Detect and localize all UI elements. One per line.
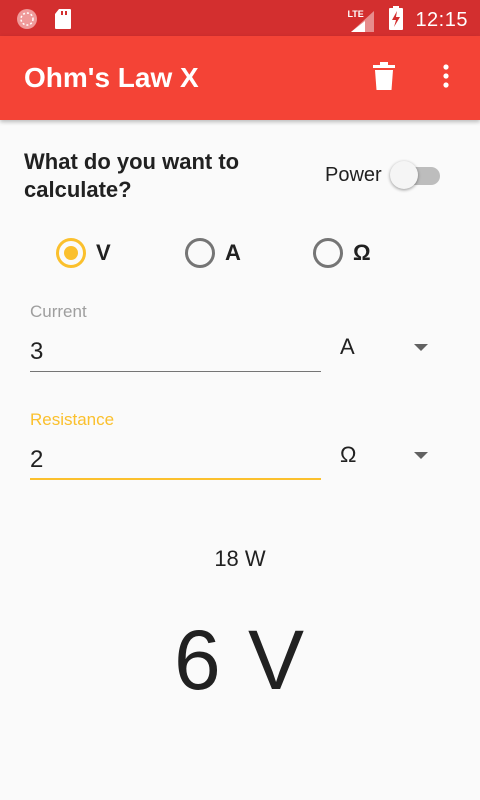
calculate-question: What do you want to calculate?	[24, 149, 240, 202]
resistance-label: Resistance	[30, 410, 115, 429]
main-result: 6 V	[173, 613, 307, 707]
current-label: Current	[30, 302, 87, 321]
power-toggle-switch[interactable]	[390, 160, 442, 190]
current-unit-value: A	[340, 334, 355, 359]
current-unit-dropdown[interactable]: A	[340, 330, 440, 366]
dropdown-arrow-icon	[414, 344, 428, 351]
resistance-input[interactable]: 2	[30, 440, 321, 480]
radio-unchecked-icon	[313, 238, 343, 268]
sd-card-icon	[54, 8, 72, 35]
status-clock: 12:15	[415, 9, 468, 31]
power-result: 18 W	[214, 546, 266, 571]
delete-button[interactable]	[368, 61, 400, 95]
app-bar: Ohm's Law X	[0, 36, 480, 120]
app-notification-icon	[16, 8, 38, 35]
delete-icon	[373, 61, 395, 95]
radio-resistance-label: Ω	[353, 240, 371, 265]
radio-current-label: A	[225, 240, 241, 265]
radio-voltage-label: V	[96, 240, 111, 265]
resistance-unit-value: Ω	[340, 442, 357, 467]
current-input[interactable]: 3	[30, 332, 321, 372]
resistance-unit-dropdown[interactable]: Ω	[340, 438, 440, 474]
radio-resistance[interactable]: Ω	[313, 236, 371, 270]
radio-unchecked-icon	[185, 238, 215, 268]
status-bar: LTE 12:15	[0, 0, 480, 36]
power-toggle-label: Power	[325, 164, 382, 186]
lte-signal-icon: LTE	[347, 9, 377, 33]
app-title: Ohm's Law X	[24, 62, 199, 93]
battery-charging-icon	[389, 6, 404, 35]
switch-thumb	[390, 161, 418, 189]
radio-voltage[interactable]: V	[56, 236, 111, 270]
radio-checked-icon	[56, 238, 86, 268]
radio-current[interactable]: A	[185, 236, 241, 270]
more-vert-icon	[443, 63, 449, 93]
more-options-button[interactable]	[434, 62, 458, 94]
dropdown-arrow-icon	[414, 452, 428, 459]
